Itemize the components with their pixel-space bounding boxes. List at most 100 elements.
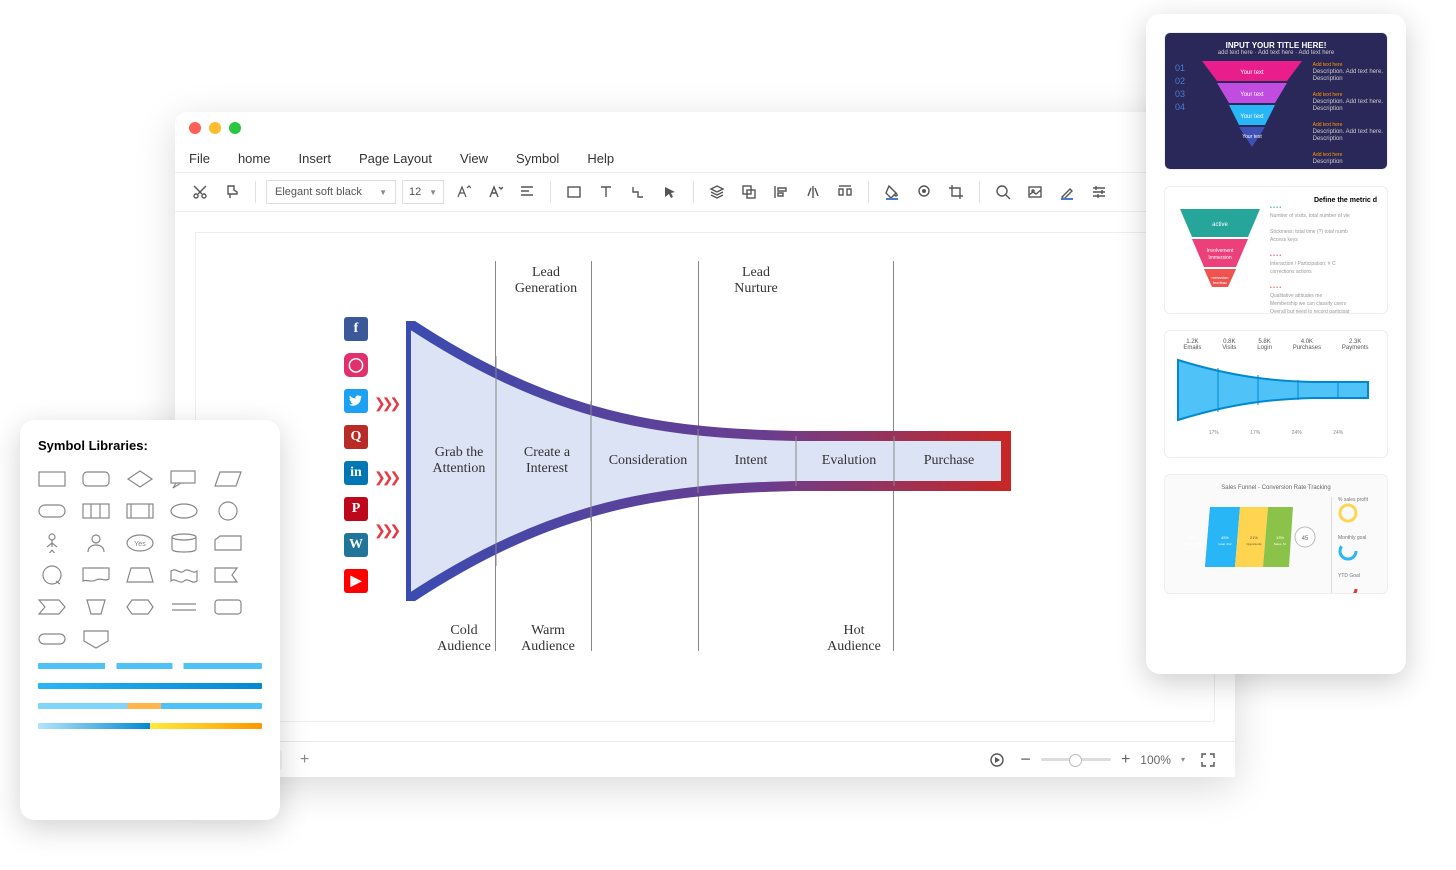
t1-row-num: 04 <box>1175 102 1185 112</box>
svg-text:Your text: Your text <box>1240 114 1264 120</box>
decrease-font-button[interactable] <box>482 179 508 205</box>
menu-home[interactable]: home <box>238 151 271 166</box>
symbol-panel-title: Symbol Libraries: <box>38 438 262 453</box>
shape-stadium[interactable] <box>38 629 66 649</box>
shape-rectangle[interactable] <box>38 469 66 489</box>
flip-button[interactable] <box>800 179 826 205</box>
shape-flag[interactable] <box>214 565 242 585</box>
template-2[interactable]: Define the metric d active InvolvementIm… <box>1164 186 1388 314</box>
pen-tool[interactable] <box>1054 179 1080 205</box>
distribute-button[interactable] <box>832 179 858 205</box>
settings-button[interactable] <box>1086 179 1112 205</box>
shape-wave[interactable] <box>170 565 198 585</box>
crop-button[interactable] <box>943 179 969 205</box>
canvas[interactable]: Lead Generation Lead Nurture f ◯ Q in P … <box>195 232 1215 722</box>
svg-text:Opportunity: Opportunity <box>1246 542 1262 546</box>
minimize-window-button[interactable] <box>209 122 221 134</box>
shape-trapezoid[interactable] <box>126 565 154 585</box>
image-button[interactable] <box>1022 179 1048 205</box>
line-style-1[interactable] <box>38 663 262 669</box>
menu-symbol[interactable]: Symbol <box>516 151 559 166</box>
shape-rounded-rect[interactable] <box>82 469 110 489</box>
shape-equals[interactable] <box>170 597 198 617</box>
play-button[interactable] <box>984 747 1010 773</box>
pointer-tool[interactable] <box>657 179 683 205</box>
t3-col: 4.0K Purchases <box>1293 339 1321 351</box>
status-bar: Page-1 + − + 100%▾ <box>175 741 1235 777</box>
shape-yes-badge[interactable]: Yes <box>126 533 154 553</box>
shape-card[interactable] <box>214 533 242 553</box>
maximize-window-button[interactable] <box>229 122 241 134</box>
template-1-title: INPUT YOUR TITLE HERE! <box>1165 33 1387 50</box>
fill-color-button[interactable] <box>879 179 905 205</box>
shape-round-rect2[interactable] <box>214 597 242 617</box>
menu-file[interactable]: File <box>189 151 210 166</box>
svg-text:active: active <box>1212 222 1228 228</box>
increase-font-button[interactable] <box>450 179 476 205</box>
canvas-area[interactable]: Lead Generation Lead Nurture f ◯ Q in P … <box>175 212 1235 742</box>
zoom-slider[interactable] <box>1041 758 1111 761</box>
font-select[interactable]: Elegant soft black▼ <box>266 180 396 204</box>
stage-create-interest: Create a Interest <box>502 445 592 477</box>
close-window-button[interactable] <box>189 122 201 134</box>
shape-shield[interactable] <box>82 629 110 649</box>
align-button[interactable] <box>514 179 540 205</box>
menu-help[interactable]: Help <box>587 151 614 166</box>
quora-icon: Q <box>344 425 368 449</box>
shape-table[interactable] <box>82 501 110 521</box>
shape-parallelogram[interactable] <box>214 469 242 489</box>
shape-circle[interactable] <box>214 501 242 521</box>
text-tool[interactable] <box>593 179 619 205</box>
toolbar: Elegant soft black▼ 12▼ <box>175 172 1235 212</box>
template-1[interactable]: INPUT YOUR TITLE HERE! add text here · A… <box>1164 32 1388 170</box>
search-button[interactable] <box>990 179 1016 205</box>
layers-button[interactable] <box>704 179 730 205</box>
shape-hexagon[interactable] <box>126 597 154 617</box>
svg-text:45%: 45% <box>1221 535 1229 540</box>
rectangle-tool[interactable] <box>561 179 587 205</box>
cut-button[interactable] <box>187 179 213 205</box>
t3-pct: 24% <box>1292 430 1302 436</box>
line-style-button[interactable] <box>911 179 937 205</box>
symbol-libraries-panel[interactable]: Symbol Libraries: Yes <box>20 420 280 820</box>
shape-user[interactable] <box>82 533 110 553</box>
t2-title: Define the metric d <box>1175 197 1377 204</box>
zoom-level[interactable]: 100% <box>1140 753 1171 767</box>
shape-arrow-block[interactable] <box>38 597 66 617</box>
line-style-2[interactable] <box>38 683 262 689</box>
svg-text:21%: 21% <box>1250 535 1258 540</box>
format-painter-button[interactable] <box>219 179 245 205</box>
group-button[interactable] <box>736 179 762 205</box>
menu-insert[interactable]: Insert <box>298 151 331 166</box>
shape-pill[interactable] <box>38 501 66 521</box>
line-style-4[interactable] <box>38 723 262 729</box>
line-style-3[interactable] <box>38 703 262 709</box>
shape-trapezoid2[interactable] <box>82 597 110 617</box>
shape-circle-q[interactable] <box>38 565 66 585</box>
svg-text:Goal, 212: Goal, 212 <box>1218 542 1231 546</box>
twitter-icon <box>344 389 368 413</box>
zoom-out-button[interactable]: − <box>1020 749 1031 770</box>
svg-text:Presented, 204: Presented, 204 <box>1182 542 1203 546</box>
shape-document[interactable] <box>82 565 110 585</box>
fullscreen-button[interactable] <box>1195 747 1221 773</box>
shape-callout[interactable] <box>170 469 198 489</box>
svg-text:Your text: Your text <box>1240 92 1264 98</box>
menu-page-layout[interactable]: Page Layout <box>359 151 432 166</box>
add-page-button[interactable]: + <box>294 750 314 770</box>
connector-tool[interactable] <box>625 179 651 205</box>
menu-view[interactable]: View <box>460 151 488 166</box>
zoom-in-button[interactable]: + <box>1121 751 1130 769</box>
templates-panel[interactable]: INPUT YOUR TITLE HERE! add text here · A… <box>1146 14 1406 674</box>
template-3[interactable]: 1.2K Emails 0.8K Visits 5.8K Login 4.0K … <box>1164 330 1388 458</box>
template-4[interactable]: Sales Funnel - Conversion Rate Tracking … <box>1164 474 1388 594</box>
align-objects-button[interactable] <box>768 179 794 205</box>
shape-double-rect[interactable] <box>126 501 154 521</box>
shape-person[interactable] <box>38 533 66 553</box>
arrow-icon: ❯❯❯ <box>374 396 397 413</box>
shape-ellipse[interactable] <box>170 501 198 521</box>
font-size-select[interactable]: 12▼ <box>402 180 444 204</box>
shape-cylinder[interactable] <box>170 533 198 553</box>
shape-diamond[interactable] <box>126 469 154 489</box>
font-name: Elegant soft black <box>275 186 362 198</box>
